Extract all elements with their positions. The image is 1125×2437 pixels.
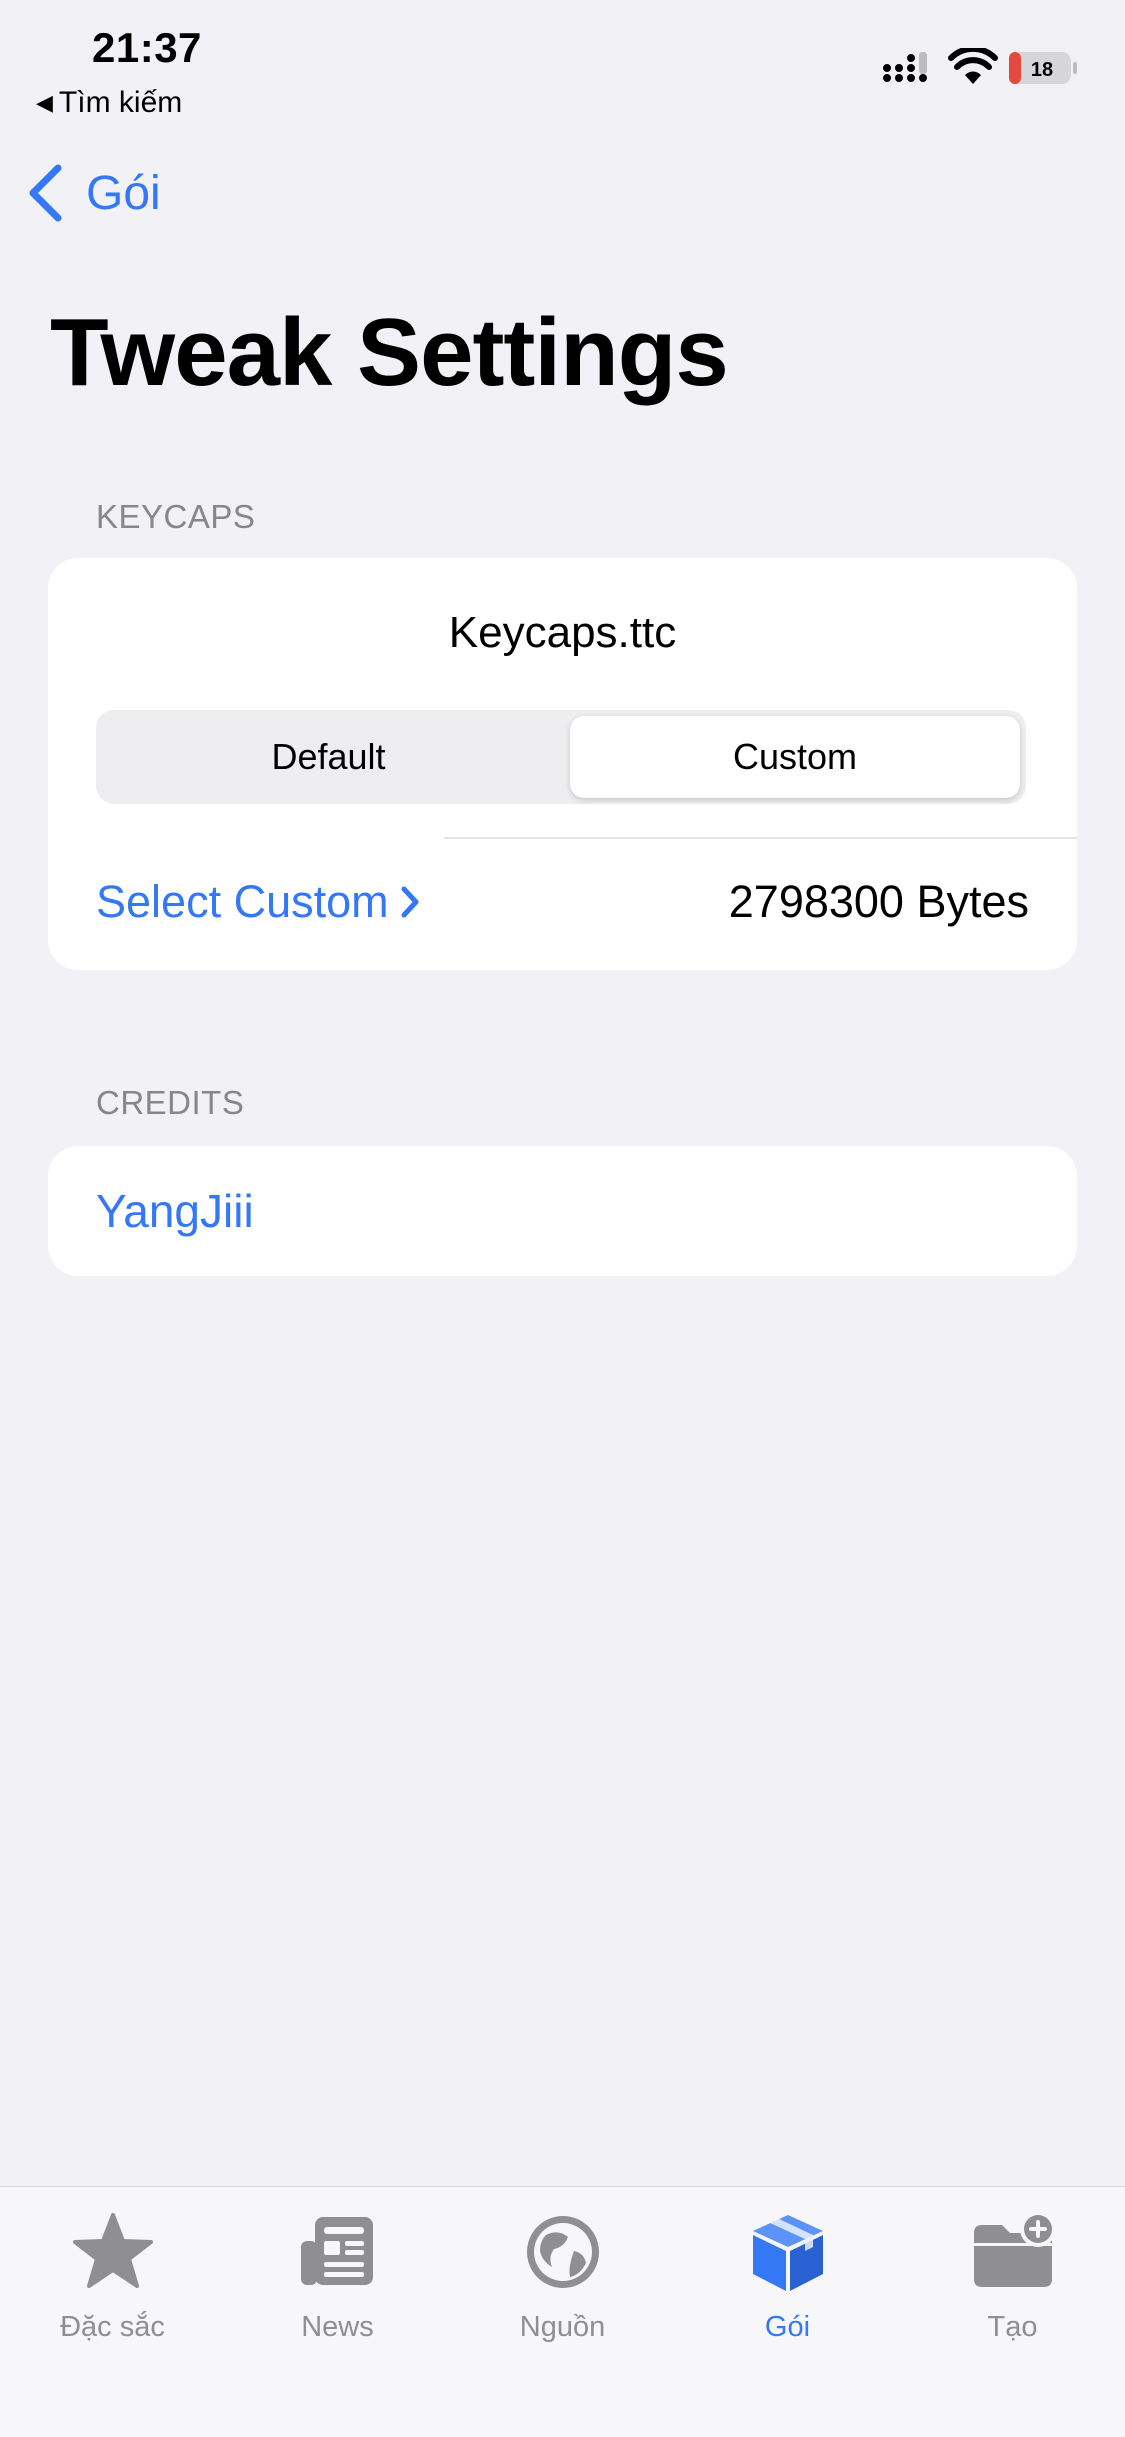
newspaper-icon bbox=[300, 2217, 373, 2285]
credits-section-header: CREDITS bbox=[96, 1084, 245, 1121]
star-icon bbox=[72, 2213, 153, 2288]
wifi-icon bbox=[948, 48, 998, 84]
cellular-signal-icon bbox=[883, 52, 927, 82]
segment-default[interactable]: Default bbox=[96, 710, 561, 804]
keycaps-file-name: Keycaps.ttc bbox=[448, 608, 677, 657]
folder-add-icon bbox=[973, 2211, 1056, 2287]
tab-bar: Đặc sắc News Nguồn Gói Tạo bbox=[0, 2186, 1125, 2437]
select-custom-label: Select Custom bbox=[96, 876, 389, 927]
back-triangle-icon: ◀ bbox=[36, 90, 53, 115]
tab-create[interactable]: Tạo bbox=[900, 2207, 1125, 2344]
tab-packages[interactable]: Gói bbox=[675, 2207, 900, 2344]
tab-sources[interactable]: Nguồn bbox=[450, 2207, 675, 2344]
nav-back-button[interactable]: Gói bbox=[26, 164, 161, 222]
back-to-app-link[interactable]: ◀ Tìm kiếm bbox=[36, 86, 182, 120]
nav-back-label: Gói bbox=[86, 166, 161, 220]
tab-featured-label: Đặc sắc bbox=[60, 2311, 165, 2343]
tab-news-label: News bbox=[301, 2311, 374, 2343]
battery-icon: 18 bbox=[1009, 52, 1077, 84]
battery-level-text: 18 bbox=[1031, 59, 1053, 81]
credits-card: YangJiii bbox=[48, 1146, 1077, 1276]
page-title: Tweak Settings bbox=[50, 299, 729, 406]
back-to-app-label: Tìm kiếm bbox=[58, 86, 183, 119]
status-time: 21:37 bbox=[92, 24, 202, 71]
segment-custom[interactable]: Custom bbox=[570, 716, 1020, 798]
tab-news[interactable]: News bbox=[225, 2207, 450, 2344]
chevron-left-icon bbox=[29, 164, 62, 222]
chevron-right-icon bbox=[401, 886, 419, 918]
row-divider bbox=[444, 837, 1077, 839]
keycaps-section-header: KEYCAPS bbox=[96, 498, 256, 535]
tab-sources-label: Nguồn bbox=[519, 2311, 606, 2343]
font-source-segmented-control: Default Custom bbox=[96, 710, 1026, 804]
globe-icon bbox=[526, 2216, 599, 2288]
keycaps-card: Keycaps.ttc Default Custom Select Custom… bbox=[48, 558, 1077, 970]
custom-file-size: 2798300 Bytes bbox=[728, 876, 1029, 927]
credit-author-link[interactable]: YangJiii bbox=[96, 1184, 254, 1238]
select-custom-button[interactable]: Select Custom bbox=[96, 876, 421, 928]
tab-featured[interactable]: Đặc sắc bbox=[0, 2207, 225, 2344]
status-bar: 21:37 ◀ Tìm kiếm 18 bbox=[0, 0, 1125, 140]
tab-packages-label: Gói bbox=[764, 2311, 811, 2343]
package-icon bbox=[752, 2215, 823, 2291]
tab-create-label: Tạo bbox=[987, 2311, 1038, 2343]
